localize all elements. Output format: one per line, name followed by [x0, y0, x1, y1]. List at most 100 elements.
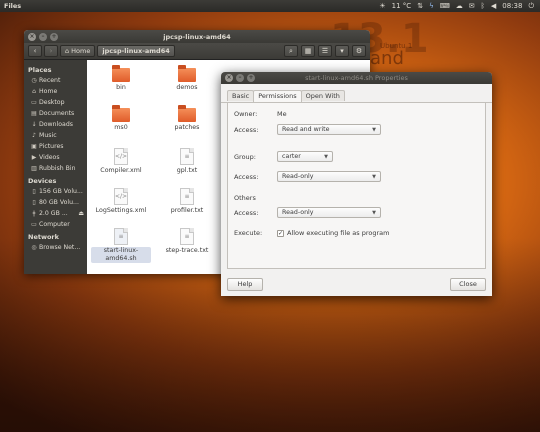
- sidebar-item-recent[interactable]: ◷ Recent: [24, 75, 87, 86]
- documents-icon: ▤: [31, 109, 37, 117]
- sidebar-item-usb-drive[interactable]: ǂ 2.0 GB ... ⏏: [24, 208, 87, 219]
- file-item[interactable]: ≡ gpl.txt: [159, 148, 215, 175]
- sidebar-item-label: Documents: [39, 110, 75, 117]
- properties-titlebar[interactable]: × – + start-linux-amd64.sh Properties: [221, 72, 492, 84]
- network-icon[interactable]: ⇅: [417, 0, 423, 12]
- mail-icon[interactable]: ✉: [469, 0, 475, 12]
- pictures-icon: ▣: [31, 142, 37, 150]
- close-icon[interactable]: ×: [28, 32, 36, 41]
- permissions-panel: Owner: Me Access: Read and write ▼ Group…: [227, 103, 486, 269]
- file-item[interactable]: ≡ step-trace.txt: [159, 228, 215, 255]
- folder-icon: [112, 105, 130, 122]
- list-view-button[interactable]: ☰: [318, 45, 332, 57]
- file-item[interactable]: demos: [159, 65, 215, 92]
- clock-icon: ◷: [31, 76, 37, 84]
- clock[interactable]: 08:38: [502, 0, 522, 12]
- power-icon[interactable]: ⏻: [528, 0, 534, 12]
- group-select[interactable]: carter ▼: [277, 151, 333, 162]
- xml-file-icon: </>: [114, 148, 128, 165]
- sidebar-item-volume-80[interactable]: ▯ 80 GB Volu...: [24, 197, 87, 208]
- sidebar-item-documents[interactable]: ▤ Documents: [24, 108, 87, 119]
- files-toolbar: ‹ › ⌂ Home jpcsp-linux-amd64 ⌕ ▦ ☰ ▾ ⚙: [24, 43, 370, 60]
- maximize-icon[interactable]: +: [247, 74, 255, 82]
- sidebar-item-pictures[interactable]: ▣ Pictures: [24, 141, 87, 152]
- sidebar-item-videos[interactable]: ▶ Videos: [24, 152, 87, 163]
- file-item[interactable]: </> LogSettings.xml: [93, 188, 149, 215]
- maximize-icon[interactable]: +: [50, 32, 58, 41]
- files-titlebar[interactable]: × – + jpcsp-linux-amd64: [24, 30, 370, 43]
- home-icon: ⌂: [65, 47, 70, 55]
- sidebar-item-volume-156[interactable]: ▯ 156 GB Volu...: [24, 186, 87, 197]
- music-icon: ♪: [32, 131, 36, 139]
- chevron-down-icon: ▼: [372, 126, 376, 133]
- sidebar-item-music[interactable]: ♪ Music: [24, 130, 87, 141]
- tab-basic[interactable]: Basic: [227, 90, 255, 101]
- forward-button[interactable]: ›: [44, 45, 58, 57]
- temperature-label[interactable]: 11 °C: [392, 0, 412, 12]
- close-button[interactable]: Close: [450, 278, 486, 291]
- view-options-button[interactable]: ▾: [335, 45, 349, 57]
- file-item[interactable]: ≡ profiler.txt: [159, 188, 215, 215]
- file-item-selected[interactable]: ≡ start-linux-amd64.sh: [91, 228, 151, 263]
- sidebar-item-downloads[interactable]: ↓ Downloads: [24, 119, 87, 130]
- keyboard-icon[interactable]: ⌨: [440, 0, 450, 12]
- weather-icon[interactable]: ☀: [379, 0, 385, 12]
- file-item[interactable]: ms0: [93, 105, 149, 132]
- search-button[interactable]: ⌕: [284, 45, 298, 57]
- home-icon: ⌂: [32, 87, 36, 95]
- sidebar-item-rubbish-bin[interactable]: ▥ Rubbish Bin: [24, 163, 87, 174]
- file-item[interactable]: </> Compiler.xml: [93, 148, 149, 175]
- execute-row: Execute: ✓ Allow executing file as progr…: [234, 229, 389, 237]
- file-item[interactable]: bin: [93, 65, 149, 92]
- tab-permissions[interactable]: Permissions: [253, 90, 302, 102]
- sidebar-item-home[interactable]: ⌂ Home: [24, 86, 87, 97]
- places-header: Places: [28, 66, 52, 74]
- sidebar-item-label: 2.0 GB ...: [39, 210, 68, 217]
- eject-icon[interactable]: ⏏: [78, 210, 84, 217]
- breadcrumb-current[interactable]: jpcsp-linux-amd64: [97, 45, 175, 57]
- folder-icon: [178, 65, 196, 82]
- folder-icon: [178, 105, 196, 122]
- file-item[interactable]: patches: [159, 105, 215, 132]
- owner-access-select[interactable]: Read and write ▼: [277, 124, 381, 135]
- close-icon[interactable]: ×: [225, 74, 233, 82]
- file-name: profiler.txt: [170, 207, 204, 214]
- execute-checkbox[interactable]: ✓: [277, 229, 284, 237]
- sidebar-item-browse-network[interactable]: ◎ Browse Net...: [24, 242, 87, 253]
- group-access-row: Access: Read-only ▼: [234, 171, 381, 182]
- back-button[interactable]: ‹: [28, 45, 42, 57]
- owner-access-row: Access: Read and write ▼: [234, 124, 381, 135]
- sidebar-item-label: Desktop: [39, 99, 65, 106]
- breadcrumb-home-label: Home: [71, 47, 91, 55]
- cloud-icon[interactable]: ☁: [456, 0, 463, 12]
- help-button[interactable]: Help: [227, 278, 263, 291]
- sidebar-item-computer[interactable]: ▭ Computer: [24, 219, 87, 230]
- sidebar-item-label: Pictures: [39, 143, 64, 150]
- minimize-icon[interactable]: –: [236, 74, 244, 82]
- volume-icon[interactable]: ◀: [491, 0, 496, 12]
- sidebar-item-label: Computer: [39, 221, 70, 228]
- xml-file-icon: </>: [114, 188, 128, 205]
- others-access-value: Read-only: [282, 209, 314, 216]
- sidebar-item-desktop[interactable]: ▭ Desktop: [24, 97, 87, 108]
- group-value: carter: [282, 153, 301, 160]
- sidebar-item-label: 156 GB Volu...: [39, 188, 83, 195]
- top-panel: Files ☀ 11 °C ⇅ ϟ ⌨ ☁ ✉ ᛒ ◀ 08:38 ⏻: [0, 0, 540, 12]
- others-label: Others: [234, 194, 256, 202]
- tab-open-with[interactable]: Open With: [300, 90, 345, 101]
- group-access-select[interactable]: Read-only ▼: [277, 171, 381, 182]
- properties-window-title: start-linux-amd64.sh Properties: [305, 74, 408, 82]
- videos-icon: ▶: [31, 153, 37, 161]
- active-app-title: Files: [4, 2, 22, 10]
- sidebar-item-label: 80 GB Volu...: [39, 199, 79, 206]
- indicator-area: ☀ 11 °C ⇅ ϟ ⌨ ☁ ✉ ᛒ ◀ 08:38 ⏻: [379, 0, 540, 12]
- minimize-icon[interactable]: –: [39, 32, 47, 41]
- execute-checkbox-label[interactable]: Allow executing file as program: [287, 229, 389, 237]
- wallpaper-line2: and: [370, 48, 404, 69]
- breadcrumb-home[interactable]: ⌂ Home: [60, 45, 96, 57]
- bluetooth-icon[interactable]: ᛒ: [481, 0, 485, 12]
- grid-view-button[interactable]: ▦: [301, 45, 315, 57]
- others-access-select[interactable]: Read-only ▼: [277, 207, 381, 218]
- flux-icon[interactable]: ϟ: [429, 0, 434, 12]
- gear-icon[interactable]: ⚙: [352, 45, 366, 57]
